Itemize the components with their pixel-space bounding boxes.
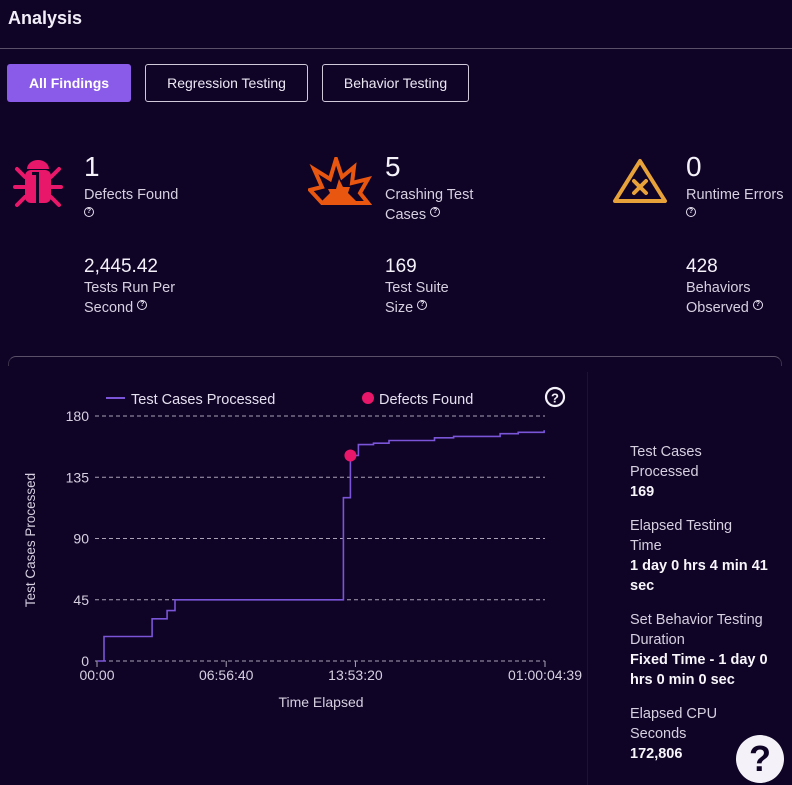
help-icon[interactable]: ? [686,207,696,218]
legend-test-cases-processed: Test Cases Processed [131,392,275,408]
runtime-label: Runtime Errors [686,187,784,203]
help-icon[interactable]: ? [752,300,763,311]
summary-test-cases-processed: Test Cases Processed 169 [630,442,780,502]
legend-defects-found: Defects Found [379,392,473,408]
runtime-value: 0 [686,151,702,182]
warning-x-icon [613,159,667,203]
chart-legend: Test Cases Processed Defects Found [106,392,473,408]
help-icon[interactable]: ? [430,207,441,218]
summary-elapsed-testing-time: Elapsed Testing Time 1 day 0 hrs 4 min 4… [630,516,780,596]
crashing-label-2: Cases [385,207,427,223]
summary-value: sec [630,578,655,594]
y-tick-label: 180 [66,408,90,424]
stat-behaviors-observed: 428 Behaviors Observed ? [686,256,763,318]
chart-panel-border [8,356,782,366]
suite-size-label-2: Size [385,300,414,316]
test-cases-processed-line [97,430,545,662]
y-tick-label: 90 [73,531,89,547]
stat-crashing-test-cases: 5 Crashing Test Cases ? [385,152,473,225]
page-title: Analysis [8,8,83,28]
defects-value: 1 [84,151,100,182]
stat-test-suite-size: 169 Test Suite Size ? [385,256,449,318]
y-tick-label: 135 [66,469,90,485]
suite-size-value: 169 [385,256,417,277]
svg-text:?: ? [551,391,559,406]
bug-icon [13,160,63,207]
behaviors-label-2: Observed [686,300,749,316]
chart-help-icon[interactable]: ? [544,386,566,408]
x-tick-label: 00:00 [79,667,114,683]
help-button[interactable]: ? [736,735,784,783]
x-tick-label: 06:56:40 [199,667,254,683]
summary-label: Processed [630,464,699,480]
stat-tests-per-second: 2,445.42 Tests Run Per Second ? [84,256,175,318]
y-tick-label: 45 [73,592,89,608]
tests-per-second-value: 2,445.42 [84,256,158,277]
question-icon: ? [749,738,771,779]
summary-label: Set Behavior Testing [630,612,763,628]
summary-value: Fixed Time - 1 day 0 [630,652,768,668]
x-tick-label: 13:53:20 [328,667,383,683]
x-axis-label: Time Elapsed [278,694,363,710]
tab-all-findings[interactable]: All Findings [7,64,131,102]
summary-value: 169 [630,484,655,500]
summary-label: Elapsed Testing [630,518,733,534]
tests-per-second-label-2: Second [84,300,134,316]
crashing-value: 5 [385,151,401,182]
summary-value: hrs 0 min 0 sec [630,672,735,688]
crashing-label-1: Crashing Test [385,187,474,203]
summary-label: Duration [630,632,685,648]
behaviors-label-1: Behaviors [686,280,751,296]
tab-behavior-testing[interactable]: Behavior Testing [322,64,469,102]
stat-defects-found: 1 Defects Found ? [84,152,178,225]
x-tick-label: 01:00:04:39 [508,667,582,683]
tab-regression-testing[interactable]: Regression Testing [145,64,308,102]
explosion-icon [308,157,372,205]
header-divider [0,48,792,49]
behaviors-value: 428 [686,256,718,277]
summary-value: 1 day 0 hrs 4 min 41 [630,558,768,574]
progress-chart: Test Cases Processed Defects Found ? 045… [23,386,582,710]
y-axis-label: Test Cases Processed [23,473,38,607]
legend-dot-swatch [362,392,374,404]
defect-marker [344,449,357,462]
summary-behavior-testing-duration: Set Behavior Testing Duration Fixed Time… [630,610,780,690]
summary-label: Test Cases [630,444,702,460]
stat-runtime-errors: 0 Runtime Errors ? [686,152,784,225]
summary-label: Time [630,538,662,554]
tests-per-second-label-1: Tests Run Per [84,280,176,296]
help-icon[interactable]: ? [417,300,428,311]
summary-label: Elapsed CPU [630,706,718,722]
defects-label: Defects Found [84,187,179,203]
help-icon[interactable]: ? [84,207,94,218]
help-icon[interactable]: ? [137,300,148,311]
suite-size-label-1: Test Suite [385,280,449,296]
